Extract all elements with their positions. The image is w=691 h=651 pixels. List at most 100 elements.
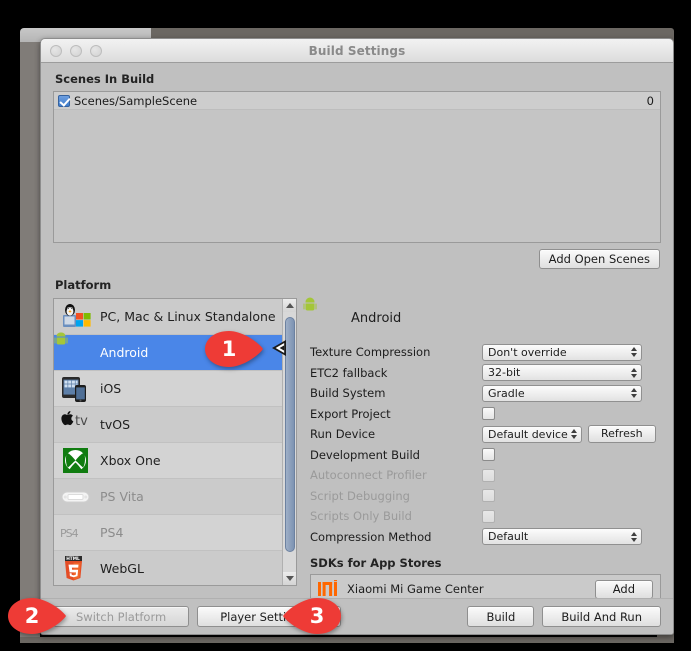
autoconnect-profiler-checkbox <box>482 468 495 482</box>
build-and-run-button[interactable]: Build And Run <box>542 606 661 627</box>
detail-title: Android <box>351 310 402 326</box>
build-button[interactable]: Build <box>467 606 535 627</box>
compression-method-dropdown[interactable]: Default <box>482 528 642 546</box>
build-system-dropdown[interactable]: Gradle <box>482 384 642 402</box>
scene-index: 0 <box>646 93 654 108</box>
platform-item-label: iOS <box>100 381 122 396</box>
platform-item-ios[interactable]: iOS <box>54 371 282 407</box>
tvos-icon: tv <box>61 410 91 439</box>
window-title: Build Settings <box>308 43 406 58</box>
scroll-up-arrow-icon[interactable] <box>283 299 296 312</box>
field-scripts-only-build: Scripts Only Build <box>310 506 661 527</box>
scenes-in-build-header: Scenes In Build <box>55 72 155 86</box>
svg-text:PS4: PS4 <box>61 527 79 540</box>
scene-enabled-checkbox[interactable] <box>58 94 70 107</box>
field-export-project: Export Project <box>310 404 661 425</box>
platform-item-ps4[interactable]: PS4 PS4 <box>54 515 282 551</box>
window-footer: Switch Platform Player Settings... Build… <box>41 598 673 634</box>
field-label: Script Debugging <box>310 488 410 503</box>
desktop-strip-side-left <box>20 42 40 637</box>
field-label: Build System <box>310 386 386 401</box>
field-script-debugging: Script Debugging <box>310 486 661 507</box>
platform-item-tvos[interactable]: tv tvOS <box>54 407 282 443</box>
development-build-checkbox[interactable] <box>482 448 495 462</box>
screen: Build Settings Scenes In Build Scenes/Sa… <box>0 0 691 651</box>
field-etc2-fallback: ETC2 fallback 32-bit <box>310 363 661 384</box>
refresh-button[interactable]: Refresh <box>588 425 656 444</box>
dropdown-value: Default <box>488 530 529 544</box>
chevron-updown-icon <box>631 531 637 542</box>
run-device-dropdown[interactable]: Default device <box>482 425 582 443</box>
window-titlebar: Build Settings <box>41 39 673 63</box>
android-icon <box>303 297 340 332</box>
platform-item-ps-vita[interactable]: PS Vita <box>54 479 282 515</box>
switch-platform-button[interactable]: Switch Platform <box>53 606 190 627</box>
chevron-updown-icon <box>631 347 637 358</box>
chevron-updown-icon <box>631 367 637 378</box>
platform-item-label: PS Vita <box>100 489 144 504</box>
scenes-list[interactable]: Scenes/SampleScene 0 <box>53 91 661 243</box>
field-label: Development Build <box>310 447 420 462</box>
webgl-icon: HTML <box>61 555 91 583</box>
footer-right-buttons: Build Build And Run <box>467 606 661 627</box>
export-project-checkbox[interactable] <box>482 407 495 421</box>
dropdown-value: Gradle <box>488 386 525 400</box>
script-debugging-checkbox <box>482 489 495 503</box>
unity-cursor-icon <box>266 338 288 358</box>
window-body: Scenes In Build Scenes/SampleScene 0 Add… <box>41 63 673 634</box>
field-run-device: Run Device Default device Refresh <box>310 424 661 445</box>
scripts-only-build-checkbox <box>482 509 495 523</box>
svg-text:tv: tv <box>75 414 88 429</box>
table-row[interactable]: Scenes/SampleScene 0 <box>54 92 660 110</box>
field-texture-compression: Texture Compression Don't override <box>310 342 661 363</box>
field-label: Compression Method <box>310 529 432 544</box>
android-icon <box>54 332 91 367</box>
field-label: Run Device <box>310 427 376 442</box>
sdk-section-header: SDKs for App Stores <box>310 556 442 570</box>
field-development-build: Development Build <box>310 445 661 466</box>
field-autoconnect-profiler: Autoconnect Profiler <box>310 465 661 486</box>
platform-header: Platform <box>55 278 112 292</box>
sdk-add-button[interactable]: Add <box>594 579 653 599</box>
platform-item-label: PS4 <box>100 525 124 540</box>
scroll-down-arrow-icon[interactable] <box>283 572 296 585</box>
annotation-pin-2: 2 <box>6 596 68 636</box>
scene-path: Scenes/SampleScene <box>74 93 198 108</box>
field-compression-method: Compression Method Default <box>310 527 661 548</box>
settings-rows: Texture Compression Don't override ETC2 … <box>310 342 661 547</box>
desktop-strip-bottom <box>20 637 674 643</box>
build-settings-window: Build Settings Scenes In Build Scenes/Sa… <box>40 38 674 635</box>
platform-item-label: tvOS <box>100 417 131 432</box>
sdk-name: Xiaomi Mi Game Center <box>347 582 484 596</box>
dropdown-value: Don't override <box>488 345 567 359</box>
platform-item-label: Android <box>100 345 149 360</box>
field-label: ETC2 fallback <box>310 365 388 380</box>
ps4-icon: PS4 <box>60 519 91 547</box>
platform-item-label: PC, Mac & Linux Standalone <box>100 309 276 324</box>
platform-area: PC, Mac & Linux Standalone Android iOS t… <box>53 297 661 625</box>
field-label: Autoconnect Profiler <box>310 468 427 483</box>
pc-mac-linux-icon <box>61 303 91 331</box>
ps-vita-icon <box>61 483 91 511</box>
platform-item-webgl[interactable]: HTML WebGL <box>54 551 282 585</box>
chevron-updown-icon <box>631 388 637 399</box>
platform-detail-panel: Android Texture Compression Don't overri… <box>303 297 661 625</box>
platform-item-xbox-one[interactable]: Xbox One <box>54 443 282 479</box>
detail-header: Android <box>303 297 661 336</box>
etc2-fallback-dropdown[interactable]: 32-bit <box>482 364 642 382</box>
field-label: Scripts Only Build <box>310 509 412 524</box>
platform-item-label: WebGL <box>100 561 144 576</box>
texture-compression-dropdown[interactable]: Don't override <box>482 343 642 361</box>
field-label: Export Project <box>310 406 391 421</box>
dropdown-value: 32-bit <box>488 366 521 380</box>
chevron-updown-icon <box>571 429 577 440</box>
field-label: Texture Compression <box>310 345 431 360</box>
add-open-scenes-button[interactable]: Add Open Scenes <box>538 249 660 269</box>
add-open-scenes-row: Add Open Scenes <box>53 243 661 269</box>
field-build-system: Build System Gradle <box>310 383 661 404</box>
annotation-pin-3: 3 <box>281 596 343 636</box>
annotation-pin-1: 1 <box>203 329 265 369</box>
platform-item-label: Xbox One <box>100 453 161 468</box>
ios-icon <box>61 375 91 403</box>
xbox-one-icon <box>61 447 91 475</box>
